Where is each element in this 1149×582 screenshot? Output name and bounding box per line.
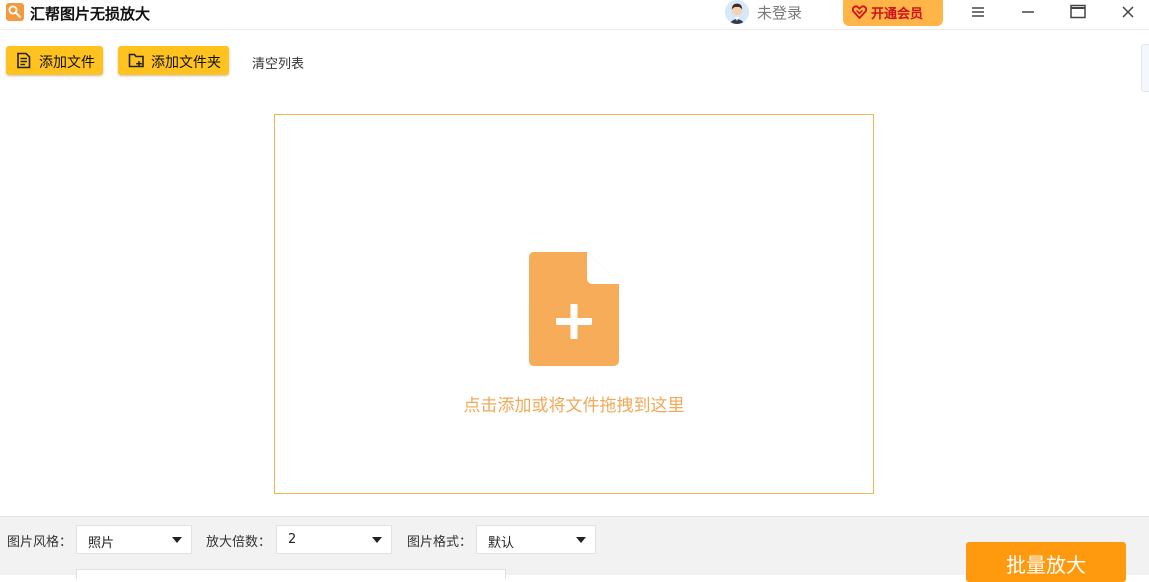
drop-hint-text: 点击添加或将文件拖拽到这里 bbox=[463, 396, 685, 416]
batch-upscale-button[interactable]: 批量放大 bbox=[966, 542, 1126, 582]
format-label: 图片格式： bbox=[407, 535, 473, 550]
batch-upscale-label: 批量放大 bbox=[1006, 553, 1086, 577]
add-file-label: 添加文件 bbox=[39, 55, 95, 71]
add-file-button[interactable]: 添加文件 bbox=[6, 46, 103, 75]
drop-zone[interactable]: 点击添加或将文件拖拽到这里 bbox=[274, 114, 874, 494]
side-panel-tab[interactable] bbox=[1141, 44, 1149, 92]
file-add-icon bbox=[529, 252, 619, 371]
scale-select[interactable]: 2 bbox=[276, 525, 392, 554]
minimize-icon[interactable] bbox=[1018, 2, 1038, 22]
user-avatar-icon[interactable] bbox=[725, 0, 749, 24]
clear-list-button[interactable]: 清空列表 bbox=[252, 53, 304, 72]
chevron-down-icon bbox=[576, 537, 586, 543]
style-value: 照片 bbox=[88, 536, 115, 551]
format-select[interactable]: 默认 bbox=[476, 525, 596, 554]
chevron-down-icon bbox=[172, 537, 182, 543]
vip-button[interactable]: 开通会员 bbox=[843, 0, 943, 26]
options-bar: 图片风格： 照片 放大倍数： 2 图片格式： 默认 批量放大 bbox=[0, 516, 1149, 582]
output-path-field[interactable] bbox=[76, 569, 506, 579]
add-folder-icon bbox=[128, 52, 146, 73]
title-bar: 汇帮图片无损放大 未登录 开通会员 bbox=[0, 0, 1149, 30]
add-folder-label: 添加文件夹 bbox=[151, 55, 221, 71]
close-icon[interactable] bbox=[1118, 2, 1138, 22]
login-link[interactable]: 未登录 bbox=[757, 2, 802, 23]
add-file-icon bbox=[16, 52, 33, 73]
scale-label: 放大倍数： bbox=[206, 535, 272, 550]
add-folder-button[interactable]: 添加文件夹 bbox=[118, 46, 229, 75]
menu-icon[interactable] bbox=[968, 2, 988, 22]
app-title: 汇帮图片无损放大 bbox=[30, 5, 151, 23]
heart-icon bbox=[851, 4, 868, 23]
style-select[interactable]: 照片 bbox=[76, 525, 192, 554]
maximize-icon[interactable] bbox=[1068, 2, 1088, 22]
style-label: 图片风格： bbox=[7, 535, 73, 550]
vip-label: 开通会员 bbox=[871, 7, 924, 22]
format-value: 默认 bbox=[488, 536, 515, 551]
app-logo-icon bbox=[6, 3, 24, 21]
chevron-down-icon bbox=[372, 537, 382, 543]
scale-value: 2 bbox=[288, 532, 297, 547]
